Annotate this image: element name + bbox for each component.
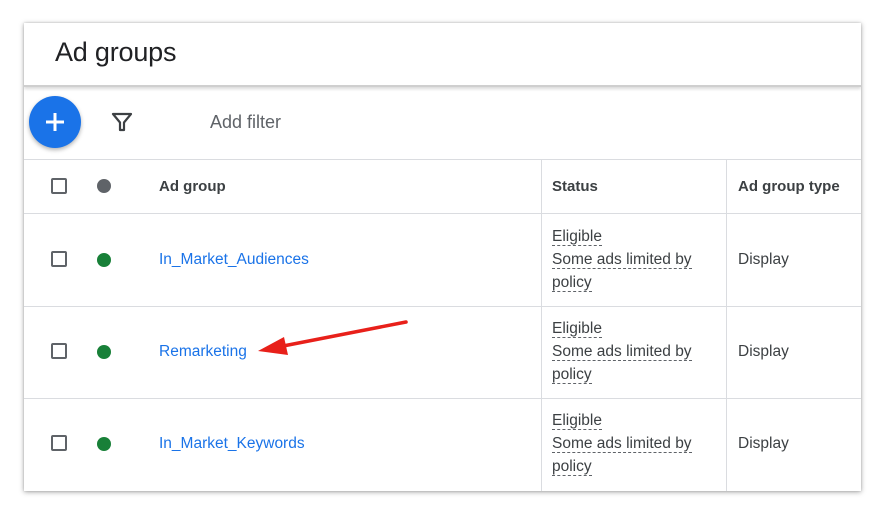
column-divider <box>541 307 542 398</box>
status-detail-text[interactable]: Some ads limited by <box>552 343 692 361</box>
annotation-arrow-icon <box>258 320 408 355</box>
ad-group-link[interactable]: Remarketing <box>159 343 247 361</box>
status-cell[interactable]: Eligible Some ads limited by policy <box>552 317 692 386</box>
status-text[interactable]: Eligible <box>552 412 602 430</box>
status-text[interactable]: Eligible <box>552 320 602 338</box>
filter-toolbar: Add filter <box>24 87 861 160</box>
column-divider <box>541 214 542 306</box>
add-ad-group-button[interactable] <box>29 96 81 148</box>
column-divider <box>726 214 727 306</box>
column-divider <box>541 160 542 213</box>
ad-group-type: Display <box>738 343 789 360</box>
row-checkbox[interactable] <box>51 435 67 451</box>
add-filter-button[interactable]: Add filter <box>210 112 281 133</box>
row-checkbox[interactable] <box>51 343 67 359</box>
status-enabled-dot[interactable] <box>97 345 111 359</box>
status-text[interactable]: Eligible <box>552 228 602 246</box>
table-row: In_Market_Audiences Eligible Some ads li… <box>24 214 861 307</box>
select-all-checkbox[interactable] <box>51 178 67 194</box>
card-header: Ad groups <box>24 23 861 87</box>
column-header-ad-group[interactable]: Ad group <box>159 178 226 195</box>
status-cell[interactable]: Eligible Some ads limited by policy <box>552 225 692 294</box>
status-cell[interactable]: Eligible Some ads limited by policy <box>552 409 692 478</box>
status-detail-text[interactable]: Some ads limited by <box>552 435 692 453</box>
status-enabled-dot[interactable] <box>97 437 111 451</box>
column-divider <box>726 160 727 213</box>
table-row: Remarketing Eligible Some ads limited by… <box>24 307 861 399</box>
status-enabled-dot[interactable] <box>97 253 111 267</box>
filter-funnel-icon[interactable] <box>110 110 134 134</box>
ad-group-type: Display <box>738 435 789 452</box>
column-divider <box>726 399 727 491</box>
column-header-status[interactable]: Status <box>552 178 598 195</box>
status-detail-text[interactable]: policy <box>552 366 592 384</box>
column-divider <box>541 399 542 491</box>
table-header-row: Ad group Status Ad group type <box>24 160 861 214</box>
column-divider <box>726 307 727 398</box>
ad-group-link[interactable]: In_Market_Audiences <box>159 251 309 269</box>
row-checkbox[interactable] <box>51 251 67 267</box>
status-detail-text[interactable]: policy <box>552 274 592 292</box>
status-detail-text[interactable]: policy <box>552 458 592 476</box>
ad-groups-card: Ad groups Add filter Ad group Status Ad … <box>24 23 861 491</box>
ad-group-type: Display <box>738 251 789 268</box>
status-detail-text[interactable]: Some ads limited by <box>552 251 692 269</box>
plus-icon <box>46 113 64 131</box>
status-filter-dot[interactable] <box>97 179 111 193</box>
ad-group-link[interactable]: In_Market_Keywords <box>159 435 305 453</box>
table-row: In_Market_Keywords Eligible Some ads lim… <box>24 399 861 491</box>
column-header-ad-group-type[interactable]: Ad group type <box>738 178 840 195</box>
page-title: Ad groups <box>55 37 177 67</box>
